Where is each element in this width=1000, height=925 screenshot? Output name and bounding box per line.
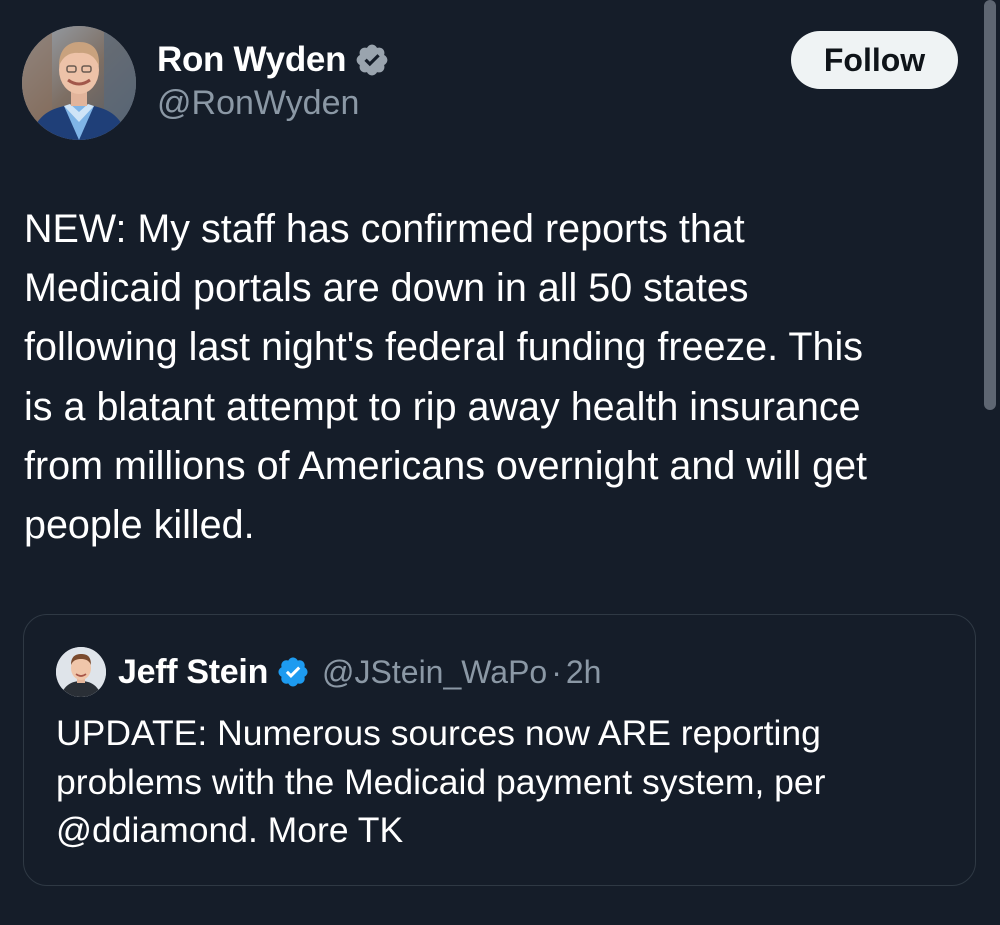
tweet-text-line: following last night's federal funding f… bbox=[24, 325, 863, 370]
quoted-separator: · bbox=[551, 653, 562, 690]
tweet-text: NEW: My staff has confirmed reports that… bbox=[24, 200, 974, 555]
quoted-text-line: UPDATE: Numerous sources now ARE reporti… bbox=[56, 713, 821, 753]
follow-button[interactable]: Follow bbox=[791, 31, 958, 89]
quoted-tweet-text: UPDATE: Numerous sources now ARE reporti… bbox=[56, 709, 956, 855]
quoted-text-line: @ddiamond. More TK bbox=[56, 810, 404, 850]
quoted-author-name[interactable]: Jeff Stein bbox=[118, 653, 268, 692]
quoted-author-avatar[interactable] bbox=[56, 647, 106, 697]
scrollbar[interactable] bbox=[984, 0, 996, 410]
quoted-timestamp[interactable]: 2h bbox=[566, 654, 602, 691]
tweet-text-line: Medicaid portals are down in all 50 stat… bbox=[24, 266, 749, 311]
verified-badge-icon bbox=[276, 655, 310, 689]
quoted-author-handle[interactable]: @JStein_WaPo bbox=[322, 654, 547, 691]
quoted-header: Jeff Stein @JStein_WaPo · 2h bbox=[118, 649, 601, 695]
author-avatar[interactable] bbox=[22, 26, 136, 140]
tweet-text-line: people killed. bbox=[24, 503, 255, 548]
quoted-text-line: problems with the Medicaid payment syste… bbox=[56, 761, 826, 802]
quoted-tweet-card[interactable]: Jeff Stein @JStein_WaPo · 2h UPDATE: Num… bbox=[23, 614, 976, 886]
verified-badge-icon bbox=[354, 42, 390, 78]
author-name-row: Ron Wyden bbox=[157, 36, 390, 84]
tweet-text-line: is a blatant attempt to rip away health … bbox=[24, 384, 861, 429]
author-handle[interactable]: @RonWyden bbox=[157, 84, 359, 123]
author-name[interactable]: Ron Wyden bbox=[157, 40, 346, 80]
tweet-text-line: from millions of Americans overnight and… bbox=[24, 443, 868, 488]
tweet-text-line: NEW: My staff has confirmed reports that bbox=[24, 207, 745, 251]
tweet: Ron Wyden @RonWyden Follow NEW: My staff… bbox=[0, 0, 1000, 925]
